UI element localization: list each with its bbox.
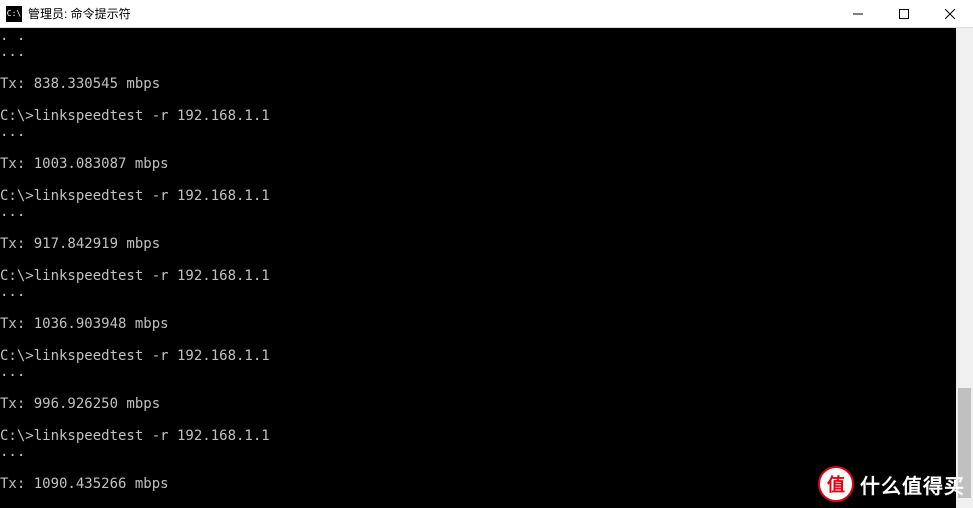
terminal-output[interactable]: . . ... Tx: 838.330545 mbps C:\>linkspee…	[0, 28, 956, 508]
maximize-icon	[899, 9, 909, 19]
minimize-button[interactable]	[835, 0, 881, 28]
cmd-icon: C:\	[6, 6, 22, 22]
titlebar: C:\ 管理员: 命令提示符	[0, 0, 973, 28]
maximize-button[interactable]	[881, 0, 927, 28]
minimize-icon	[853, 9, 863, 19]
watermark: 值 什么值得买	[818, 466, 965, 502]
close-icon	[945, 9, 955, 19]
terminal-container: . . ... Tx: 838.330545 mbps C:\>linkspee…	[0, 28, 973, 508]
window-controls	[835, 0, 973, 27]
scrollbar[interactable]	[956, 28, 973, 508]
watermark-text: 什么值得买	[860, 470, 965, 499]
close-button[interactable]	[927, 0, 973, 28]
watermark-badge: 值	[818, 466, 854, 502]
titlebar-left: C:\ 管理员: 命令提示符	[6, 5, 131, 22]
window-title: 管理员: 命令提示符	[28, 5, 131, 22]
